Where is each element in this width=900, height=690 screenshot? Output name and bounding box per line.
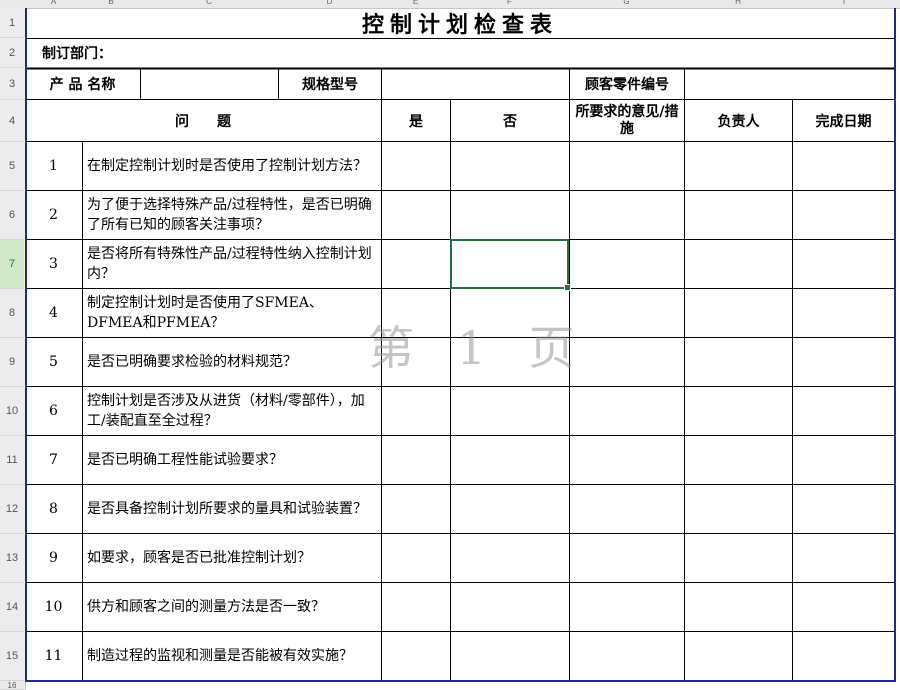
row-number[interactable]: 6 [25,387,82,435]
spec-model-cell[interactable] [382,69,569,99]
header-no[interactable]: 否 [451,100,569,141]
header-required-opinion[interactable]: 所要求的意见/措施 [570,100,684,141]
header-completion-date[interactable]: 完成日期 [793,100,894,141]
row-question[interactable]: 制定控制计划时是否使用了SFMEA、DFMEA和PFMEA？ [83,289,381,337]
row-header-14[interactable]: 14 [0,583,24,632]
row-header-1[interactable]: 1 [0,8,24,38]
active-cell-selection[interactable] [450,239,571,291]
row-question[interactable]: 为了便于选择特殊产品/过程特性，是否已明确了所有已知的顾客关注事项？ [83,191,381,239]
row-number[interactable]: 2 [25,191,82,239]
customer-part-cell[interactable] [685,69,894,99]
column-header-c[interactable]: C [140,0,278,6]
column-header-a[interactable]: A [25,0,82,6]
column-header-g[interactable]: G [569,0,684,6]
row-number[interactable]: 4 [25,289,82,337]
header-question[interactable]: 问 题 [25,100,381,141]
row-number[interactable]: 5 [25,338,82,386]
row-number[interactable]: 11 [25,632,82,680]
row-number[interactable]: 9 [25,534,82,582]
row-number[interactable]: 10 [25,583,82,631]
row-question[interactable]: 是否具备控制计划所要求的量具和试验装置？ [83,485,381,533]
row-header-4[interactable]: 4 [0,100,24,142]
header-owner[interactable]: 负责人 [685,100,792,141]
row-question[interactable]: 如要求，顾客是否已批准控制计划？ [83,534,381,582]
row-question[interactable]: 供方和顾客之间的测量方法是否一致？ [83,583,381,631]
row-header-8[interactable]: 8 [0,289,24,338]
column-header-f[interactable]: F [450,0,569,6]
customer-part-label[interactable]: 顾客零件编号 [570,69,684,99]
header-yes[interactable]: 是 [382,100,450,141]
row-question[interactable]: 是否将所有特殊性产品/过程特性纳入控制计划内？ [83,240,381,288]
row-header-16[interactable]: 16 [0,681,24,690]
column-header-b[interactable]: B [82,0,140,6]
page-watermark: 第 1 页 [368,321,589,375]
row-number[interactable]: 1 [25,142,82,190]
product-name-cell[interactable] [141,69,278,99]
page-title[interactable]: 控制计划检查表 [27,8,893,38]
row-header-7[interactable]: 7 [0,240,24,289]
row-header-10[interactable]: 10 [0,387,24,436]
row-number[interactable]: 8 [25,485,82,533]
row-number[interactable]: 7 [25,436,82,484]
row-header-2[interactable]: 2 [0,38,24,68]
product-name-label[interactable]: 产 品 名称 [25,69,140,99]
row-header-11[interactable]: 11 [0,436,24,485]
spec-model-label[interactable]: 规格型号 [279,69,381,99]
row-question[interactable]: 是否已明确要求检验的材料规范？ [83,338,381,386]
column-header-i[interactable]: I [792,0,896,6]
row-header-12[interactable]: 12 [0,485,24,534]
row-question[interactable]: 控制计划是否涉及从进货（材料/零部件），加工/装配直至全过程？ [83,387,381,435]
row-question[interactable]: 在制定控制计划时是否使用了控制计划方法？ [83,142,381,190]
row-header-6[interactable]: 6 [0,191,24,240]
row-header-bar: 1 2 3 4 5 6 7 8 9 10 11 12 13 14 15 16 [0,8,26,690]
row-number[interactable]: 3 [25,240,82,288]
row-question[interactable]: 是否已明确工程性能试验要求？ [83,436,381,484]
row-header-3[interactable]: 3 [0,68,24,100]
column-header-d[interactable]: D [278,0,381,6]
column-header-h[interactable]: H [684,0,792,6]
row-question[interactable]: 制造过程的监视和测量是否能被有效实施？ [83,632,381,680]
row-header-9[interactable]: 9 [0,338,24,387]
row-header-15[interactable]: 15 [0,632,24,681]
dept-value-cell[interactable] [140,38,894,68]
column-header-e[interactable]: E [381,0,450,6]
row-header-5[interactable]: 5 [0,142,24,191]
row-header-13[interactable]: 13 [0,534,24,583]
